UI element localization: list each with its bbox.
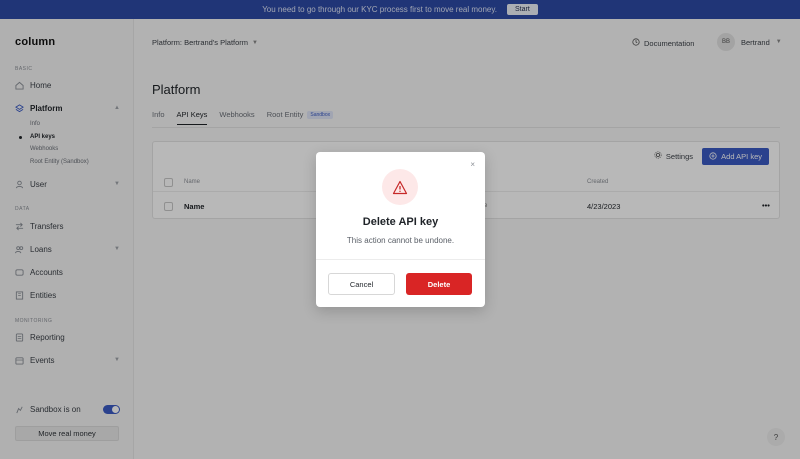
dialog-title: Delete API key	[362, 216, 439, 228]
dialog-divider	[316, 259, 485, 260]
close-icon[interactable]: ×	[470, 160, 475, 169]
delete-api-key-dialog: × Delete API key This action cannot be u…	[316, 152, 485, 307]
cancel-button[interactable]: Cancel	[328, 273, 395, 295]
dialog-description: This action cannot be undone.	[346, 236, 455, 245]
delete-button[interactable]: Delete	[406, 273, 472, 295]
warning-icon	[382, 169, 418, 205]
